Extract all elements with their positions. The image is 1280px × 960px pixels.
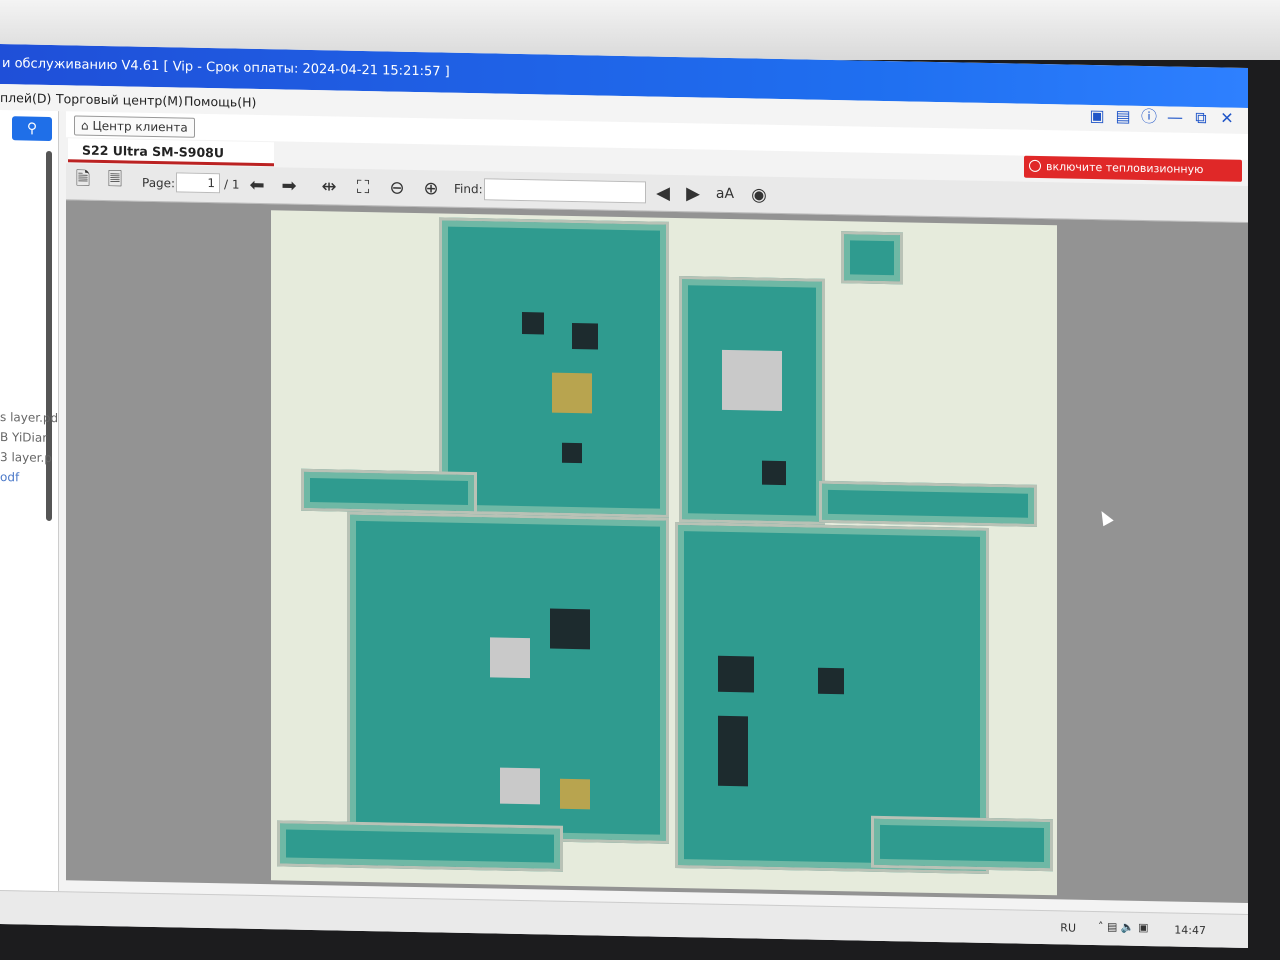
pcb-board-bottom-left <box>347 511 669 844</box>
pcb-chip <box>718 715 748 787</box>
chevron-up-icon[interactable]: ˄ <box>1098 920 1104 933</box>
pcb-chip <box>562 442 582 464</box>
app-window: и обслуживанию V4.61 [ Vip - Срок оплаты… <box>0 44 1248 948</box>
minimize-icon[interactable]: — <box>1166 107 1184 126</box>
fit-page-icon[interactable]: ⛶ <box>350 175 376 199</box>
find-prev-icon[interactable]: ◀ <box>650 180 676 204</box>
thermal-camera-button[interactable]: включите тепловизионную камеру <box>1024 155 1242 196</box>
window-controls: ▣ ▤ ⓘ — ⧉ ✕ <box>1088 106 1236 128</box>
client-center-label: Центр клиента <box>92 118 188 135</box>
pcb-board-top-right-flex <box>819 480 1037 527</box>
pcb-chip <box>818 667 844 695</box>
pcb-chip <box>522 312 544 335</box>
home-icon: ⌂ <box>81 118 89 133</box>
export-icon[interactable]: 🗎 <box>70 168 96 193</box>
text-size-icon[interactable]: aA <box>712 182 738 206</box>
prev-page-icon[interactable]: ⬅ <box>244 173 270 197</box>
page-input[interactable]: 1 <box>176 172 220 194</box>
pcb-chip <box>722 349 782 412</box>
mouse-cursor <box>1096 508 1114 527</box>
sidebar-file-item[interactable]: s layer.pd <box>0 410 58 425</box>
find-label: Find: <box>454 181 483 197</box>
menu-item-help[interactable]: Помощь(H) <box>184 94 256 110</box>
pcb-connector-top <box>841 231 903 285</box>
pcb-board-bottom-left-flex <box>277 820 563 872</box>
pcb-chip <box>500 767 540 805</box>
volume-icon[interactable]: 🔈 <box>1121 921 1135 934</box>
monitor-icon[interactable]: ▣ <box>1138 921 1148 934</box>
window-title: и обслуживанию V4.61 [ Vip - Срок оплаты… <box>2 56 450 80</box>
fit-width-icon[interactable]: ⇹ <box>316 174 342 198</box>
clock[interactable]: 14:47 <box>1174 924 1206 938</box>
save-icon[interactable]: ▤ <box>1114 106 1132 125</box>
find-input[interactable] <box>484 178 646 204</box>
briefcase-icon[interactable]: ▣ <box>1088 106 1106 125</box>
page-total: / 1 <box>224 177 240 192</box>
restore-icon[interactable]: ⧉ <box>1192 108 1210 127</box>
zoom-in-icon[interactable]: ⊕ <box>418 176 444 200</box>
menu-item-shop[interactable]: Торговый центр(M) <box>56 91 183 108</box>
sidebar-file-item[interactable]: B YiDiar <box>0 430 47 445</box>
menu-item-devices[interactable]: плей(D) <box>0 90 51 106</box>
client-center-button[interactable]: ⌂ Центр клиента <box>74 115 195 138</box>
pdf-page <box>271 210 1114 896</box>
page-label: Page: <box>142 175 176 191</box>
pdf-viewer[interactable] <box>66 200 1248 903</box>
pcb-board-bottom-right-flex <box>871 815 1053 872</box>
pcb-chip <box>718 655 754 693</box>
power-icon <box>1029 159 1041 172</box>
pcb-chip <box>490 637 530 679</box>
file-sidebar: ⚲ s layer.pd B YiDiar 3 layer.p odf <box>0 110 59 912</box>
search-icon: ⚲ <box>26 120 38 137</box>
pcb-chip <box>572 322 598 350</box>
network-icon[interactable]: ▤ <box>1107 920 1117 933</box>
pcb-chip <box>550 608 590 650</box>
pcb-chip <box>552 372 592 414</box>
sidebar-scrollbar[interactable] <box>46 150 52 521</box>
pcb-board-top-left-flex <box>301 468 477 515</box>
binoculars-icon[interactable]: ◉ <box>746 182 772 206</box>
sidebar-file-item[interactable]: 3 layer.p <box>0 450 52 465</box>
system-tray: ˄ ▤ 🔈 ▣ <box>1098 920 1168 937</box>
language-indicator[interactable]: RU <box>1060 921 1076 934</box>
next-page-icon[interactable]: ➡ <box>276 173 302 197</box>
zoom-out-icon[interactable]: ⊖ <box>384 175 410 199</box>
pcb-chip <box>762 460 786 486</box>
pcb-board-top-right <box>679 276 825 525</box>
pcb-chip <box>560 778 590 810</box>
close-icon[interactable]: ✕ <box>1218 108 1236 127</box>
sidebar-file-item[interactable]: odf <box>0 470 19 484</box>
import-icon[interactable]: 🗏 <box>102 169 128 194</box>
tab-document[interactable]: S22 Ultra SM-S908U image.pdf <box>68 138 274 183</box>
find-next-icon[interactable]: ▶ <box>680 181 706 205</box>
help-icon[interactable]: ⓘ <box>1140 107 1158 126</box>
search-button[interactable]: ⚲ <box>12 116 52 141</box>
